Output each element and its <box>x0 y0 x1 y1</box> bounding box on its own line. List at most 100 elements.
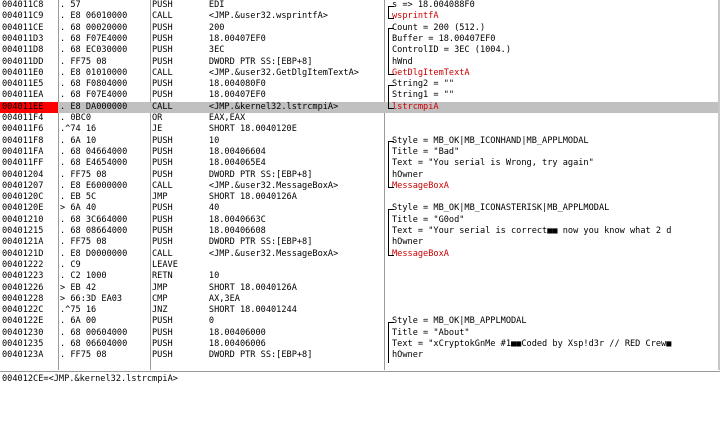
row-address: 004011E5 <box>2 79 44 90</box>
row-bytes: . 0BC0 <box>60 113 92 123</box>
disasm-row[interactable]: 0040120E > 6A 40 PUSH 40 Style = MB_OK|MB_I… <box>0 203 718 214</box>
call-args-bracket <box>388 5 394 19</box>
row-comment <box>392 283 718 294</box>
disasm-row[interactable]: 00401235 . 68 06604000 PUSH 18.00406006 Tex… <box>0 339 718 350</box>
row-comment: MessageBoxA <box>392 248 449 259</box>
row-comment: Text = "You serial is Wrong, try again" <box>392 158 594 169</box>
disasm-row[interactable]: 004011F4 . 0BC0 OR EAX,EAX <box>0 113 718 124</box>
disasm-row[interactable]: 004011DD . FF75 08 PUSH DWORD PTR SS:[EBP+… <box>0 57 718 68</box>
row-comment: MessageBoxA <box>392 180 449 191</box>
disasm-row[interactable]: 0040123A . FF75 08 PUSH DWORD PTR SS:[EBP+… <box>0 350 718 361</box>
row-comment: GetDlgItemTextA <box>392 67 470 78</box>
row-comment: String1 = "" <box>392 90 455 101</box>
disasm-row[interactable]: 00401230 . 68 00604000 PUSH 18.00406000 Tit… <box>0 328 718 339</box>
row-disassembly: CMP AX,3EA <box>152 293 240 304</box>
row-disassembly: PUSH DWORD PTR SS:[EBP+8] <box>152 350 313 361</box>
row-bytes: . FF75 08 <box>60 350 107 361</box>
row-disassembly: PUSH 10 <box>152 135 220 146</box>
row-address: 004011EE <box>0 101 58 113</box>
disasm-row[interactable]: 00401207 . E8 E6000000 CALL <JMP.&user32.M… <box>0 181 718 192</box>
row-comment: Buffer = 18.00407EF0 <box>392 33 496 44</box>
disasm-row[interactable]: 00401222 . C9 LEAVE <box>0 260 718 271</box>
disasm-row[interactable]: 004011C9 . E8 06010000 CALL <JMP.&user32.w… <box>0 11 718 22</box>
disasm-row[interactable]: 004011CE . 68 00020000 PUSH 200 Count = 200… <box>0 23 718 34</box>
disasm-row[interactable]: 004011EE. E8 DA000000 CALL <JMP.&kernel32… <box>0 101 718 113</box>
disassembly-pane[interactable]: 004011C8. 57 PUSH EDI s => 18.004088F0 0040… <box>0 0 720 370</box>
disasm-row[interactable]: 004011E5 . 68 F0804000 PUSH 18.004080F0 Str… <box>0 79 718 90</box>
row-address: 00401230 <box>2 327 44 338</box>
row-disassembly: PUSH 200 <box>152 22 225 33</box>
row-address: 00401207 <box>2 180 44 191</box>
row-address: 0040123A <box>2 350 44 361</box>
row-bytes: . 68 08664000 <box>60 226 128 236</box>
row-address: 00401204 <box>2 169 44 180</box>
disasm-row[interactable]: 004011FF . 68 E4654000 PUSH 18.004065E4 Tex… <box>0 158 718 169</box>
row-disassembly: OR EAX,EAX <box>152 113 246 123</box>
row-address: 0040122E <box>2 316 44 327</box>
row-bytes: . 68 3C664000 <box>60 214 128 225</box>
row-comment: wsprintfA <box>392 11 439 22</box>
disasm-row[interactable]: 00401215 . 68 08664000 PUSH 18.00406608 Tex… <box>0 226 718 237</box>
call-args-bracket <box>388 84 394 110</box>
row-comment <box>392 124 718 135</box>
disasm-row[interactable]: 004011F8 . 6A 10 PUSH 10 Style = MB_OK|MB_I… <box>0 136 718 147</box>
row-comment: hOwner <box>392 169 424 180</box>
row-comment: Title = "G0od" <box>392 214 465 225</box>
disasm-row[interactable]: 00401228 > 66:3D EA03 CMP AX,3EA <box>0 294 718 305</box>
disasm-row[interactable]: 00401210 . 68 3C664000 PUSH 18.0040663C Tit… <box>0 215 718 226</box>
row-bytes: . 68 04664000 <box>60 146 128 157</box>
row-bytes: . 6A 10 <box>60 135 97 146</box>
row-comment: Title = "About" <box>392 327 470 338</box>
row-bytes: . E8 01010000 <box>60 67 128 78</box>
row-address: 00401222 <box>2 259 44 270</box>
disasm-row[interactable]: 0040120C . EB 5C JMP SHORT 18.0040126A <box>0 192 718 203</box>
disasm-row[interactable]: 00401204 . FF75 08 PUSH DWORD PTR SS:[EBP+… <box>0 170 718 181</box>
disasm-row[interactable]: 0040122E . 6A 00 PUSH 0 Style = MB_OK|MB_AP… <box>0 316 718 327</box>
disasm-row[interactable]: 0040121A . FF75 08 PUSH DWORD PTR SS:[EBP+… <box>0 237 718 248</box>
disasm-row[interactable]: 004011EA . 68 F07E4000 PUSH 18.00407EF0 Str… <box>0 90 718 101</box>
row-address: 004011DD <box>2 56 44 67</box>
row-comment <box>392 260 718 271</box>
row-disassembly: PUSH 18.00406608 <box>152 226 266 236</box>
row-comment: Style = MB_OK|MB_APPLMODAL <box>392 316 527 327</box>
row-comment: Title = "Bad" <box>392 146 460 157</box>
row-address: 0040121A <box>2 237 44 248</box>
row-bytes: . 68 F07E4000 <box>60 90 128 101</box>
row-disassembly: PUSH 18.00406604 <box>152 146 266 157</box>
row-comment: String2 = "" <box>392 79 455 90</box>
disasm-row[interactable]: 00401223 . C2 1000 RETN 10 <box>0 271 718 282</box>
row-bytes: . C2 1000 <box>60 271 107 282</box>
disasm-row[interactable]: 004011D3 . 68 F07E4000 PUSH 18.00407EF0 Buf… <box>0 34 718 45</box>
call-args-bracket <box>388 28 394 76</box>
disasm-row[interactable]: 004011FA . 68 04664000 PUSH 18.00406604 Tit… <box>0 147 718 158</box>
row-comment: Style = MB_OK|MB_ICONASTERISK|MB_APPLMOD… <box>392 203 610 214</box>
row-comment <box>392 113 718 124</box>
row-bytes: . 57 <box>60 0 81 10</box>
row-disassembly: PUSH 0 <box>152 316 215 327</box>
row-bytes: . E8 E6000000 <box>60 180 128 191</box>
disasm-row[interactable]: 00401226 > EB 42 JMP SHORT 18.0040126A <box>0 283 718 294</box>
row-bytes: . 68 E4654000 <box>60 158 128 169</box>
row-comment: ControlID = 3EC (1004.) <box>392 45 511 56</box>
row-disassembly: CALL <JMP.&kernel32.lstrcmpiA> <box>152 101 339 112</box>
row-address: 00401235 <box>2 339 44 349</box>
row-bytes: . 68 00020000 <box>60 22 128 33</box>
row-address: 004011F4 <box>2 113 44 123</box>
status-text: 004012CE=<JMP.&kernel32.lstrcmpiA> <box>2 374 178 384</box>
status-bar: 004012CE=<JMP.&kernel32.lstrcmpiA> <box>0 371 720 421</box>
row-address: 00401215 <box>2 226 44 236</box>
disasm-row[interactable]: 0040122C .^75 16 JNZ SHORT 18.00401244 <box>0 305 718 316</box>
row-address: 0040122C <box>2 305 44 316</box>
row-disassembly: RETN 10 <box>152 271 220 282</box>
disasm-row[interactable]: 004011F6 .^74 16 JE SHORT 18.0040120E <box>0 124 718 135</box>
row-comment: Text = "xCryptokGnMe #1■■Coded by Xsp!d3… <box>392 339 672 349</box>
disasm-row[interactable]: 0040121D . E8 D0000000 CALL <JMP.&user32.M… <box>0 249 718 260</box>
row-comment <box>392 271 718 282</box>
row-address: 004011E0 <box>2 67 44 78</box>
disasm-row[interactable]: 004011E0 . E8 01010000 CALL <JMP.&user32.G… <box>0 68 718 79</box>
disasm-row[interactable]: 004011D8 . 68 EC030000 PUSH 3EC ControlID =… <box>0 45 718 56</box>
row-address: 004011FF <box>2 158 44 169</box>
row-bytes: . 68 06604000 <box>60 339 128 349</box>
row-address: 004011FA <box>2 146 44 157</box>
disasm-row[interactable]: 004011C8 . 57 PUSH EDI s => 18.004088F0 <box>0 0 718 11</box>
